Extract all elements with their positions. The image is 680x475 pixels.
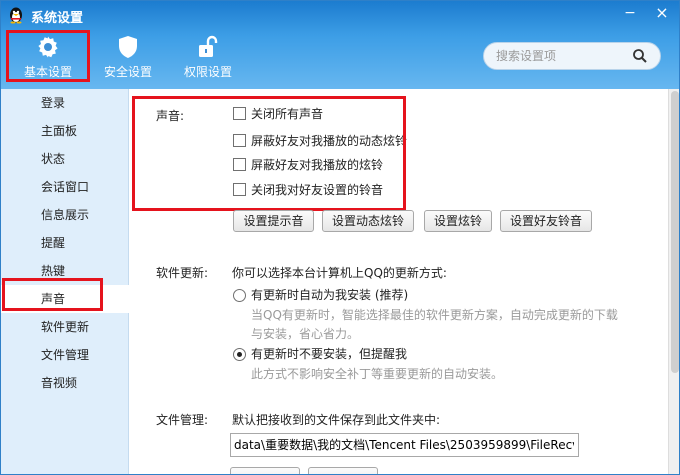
sidebar-item-reminder[interactable]: 提醒 bbox=[1, 229, 129, 257]
vertical-scrollbar[interactable] bbox=[668, 89, 679, 474]
tab-permission-settings[interactable]: 权限设置 bbox=[173, 33, 243, 81]
sidebar-item-software-update[interactable]: 软件更新 bbox=[1, 313, 129, 341]
file-section-label: 文件管理: bbox=[156, 413, 209, 427]
highlight-frame-sound-options bbox=[132, 96, 406, 211]
auto-install-description: 当QQ有更新时，智能选择最佳的软件更新方案，自动完成更新的下载 bbox=[251, 308, 618, 322]
search-icon[interactable] bbox=[632, 48, 648, 64]
qq-penguin-icon bbox=[10, 7, 22, 24]
sidebar-item-chat-window[interactable]: 会话窗口 bbox=[1, 173, 129, 201]
notify-only-description: 此方式不影响安全补丁等重要更新的自动安装。 bbox=[251, 367, 504, 381]
radio-label: 有更新时不要安装，但提醒我 bbox=[251, 347, 408, 361]
scrollbar-thumb[interactable] bbox=[671, 91, 679, 373]
sidebar-item-audio-video[interactable]: 音视频 bbox=[1, 369, 129, 397]
file-intro-text: 默认把接收到的文件保存到此文件夹中: bbox=[232, 413, 441, 427]
update-section-label: 软件更新: bbox=[156, 266, 209, 280]
tab-security-settings-label: 安全设置 bbox=[103, 65, 152, 79]
minimize-button[interactable]: − bbox=[615, 3, 645, 25]
shield-icon bbox=[119, 36, 137, 58]
header-bar: 系统设置 − × 基本设置 安全设置 权限设置 bbox=[1, 1, 679, 89]
radio-label: 有更新时自动为我安装 (推荐) bbox=[251, 288, 409, 302]
radio-button[interactable] bbox=[233, 289, 246, 302]
set-friend-ringtone-button[interactable]: 设置好友铃音 bbox=[500, 210, 592, 232]
highlight-frame-basic-settings bbox=[6, 30, 90, 82]
tab-security-settings[interactable]: 安全设置 bbox=[93, 33, 163, 81]
sidebar-item-info-display[interactable]: 信息展示 bbox=[1, 201, 129, 229]
set-ringtone-button[interactable]: 设置炫铃 bbox=[424, 210, 492, 232]
sidebar-item-main-panel[interactable]: 主面板 bbox=[1, 117, 129, 145]
settings-window: 系统设置 − × 基本设置 安全设置 权限设置 搜索设置项 登录 主面板 状态 … bbox=[0, 0, 680, 475]
set-notification-sound-button[interactable]: 设置提示音 bbox=[233, 210, 314, 232]
search-input[interactable] bbox=[496, 47, 626, 65]
window-title: 系统设置 bbox=[31, 11, 84, 26]
set-dynamic-ringtone-button[interactable]: 设置动态炫铃 bbox=[322, 210, 414, 232]
unlock-icon bbox=[199, 35, 218, 57]
highlight-frame-sound bbox=[2, 278, 103, 311]
sidebar-item-login[interactable]: 登录 bbox=[1, 89, 129, 117]
tab-permission-settings-label: 权限设置 bbox=[183, 65, 232, 79]
save-path-field[interactable] bbox=[230, 433, 579, 457]
sidebar-item-status[interactable]: 状态 bbox=[1, 145, 129, 173]
open-folder-button[interactable] bbox=[308, 467, 378, 474]
title-bar[interactable]: 系统设置 − × bbox=[1, 1, 679, 29]
update-intro-text: 你可以选择本台计算机上QQ的更新方式: bbox=[232, 266, 447, 280]
radio-button[interactable] bbox=[233, 348, 246, 361]
auto-install-description-2: 与安装，省心省力。 bbox=[251, 327, 360, 341]
sidebar-item-file-management[interactable]: 文件管理 bbox=[1, 341, 129, 369]
save-path-input[interactable] bbox=[234, 437, 574, 452]
change-folder-button[interactable] bbox=[230, 467, 300, 474]
close-button[interactable]: × bbox=[647, 3, 677, 25]
search-box[interactable] bbox=[483, 42, 661, 70]
